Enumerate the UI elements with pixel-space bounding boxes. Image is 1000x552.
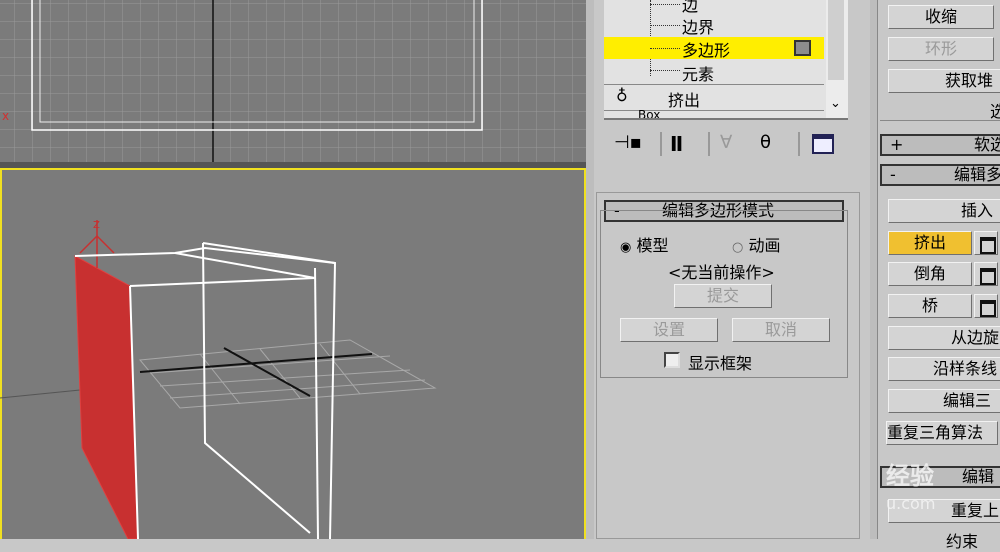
pin-stack-icon[interactable]: ⊣▪ bbox=[614, 132, 642, 153]
stack-item-polygon[interactable]: 多边形 bbox=[604, 37, 824, 60]
lightbulb-icon[interactable]: ♁ bbox=[616, 86, 628, 105]
radio-unchecked-icon: ○ bbox=[732, 240, 744, 255]
settings-button[interactable]: 设置 bbox=[620, 318, 718, 342]
configure-sets-icon[interactable] bbox=[812, 134, 834, 154]
top-viewport[interactable]: x bbox=[0, 0, 586, 162]
stack-item-element[interactable]: 元素 bbox=[650, 60, 820, 84]
stack-toolbar: ⊣▪ Ⅱ ∀ θ bbox=[604, 130, 844, 160]
radio-model[interactable]: ◉ 模型 bbox=[620, 232, 668, 256]
checkbox-icon bbox=[664, 352, 680, 368]
radio-animate[interactable]: ○ 动画 bbox=[732, 232, 780, 256]
commit-button[interactable]: 提交 bbox=[674, 284, 772, 308]
stack-item-border[interactable]: 边界 bbox=[650, 14, 820, 37]
watermark-url: u.com bbox=[886, 494, 936, 513]
perspective-viewport[interactable]: Z bbox=[0, 168, 586, 539]
remove-modifier-icon[interactable]: θ bbox=[760, 132, 771, 153]
polygon-subobject-icon bbox=[794, 40, 811, 56]
svg-text:x: x bbox=[2, 109, 9, 123]
get-stack-selection-button[interactable]: 获取堆 bbox=[888, 69, 1000, 93]
shrink-button[interactable]: 收缩 bbox=[888, 5, 994, 29]
cancel-button[interactable]: 取消 bbox=[732, 318, 830, 342]
watermark: 经验 bbox=[886, 462, 934, 490]
radio-checked-icon: ◉ bbox=[620, 240, 632, 255]
stack-scrollbar[interactable]: ⌄ bbox=[826, 0, 848, 118]
insert-vertex-button[interactable]: 插入 bbox=[888, 199, 1000, 223]
extrude-button[interactable]: 挤出 bbox=[888, 231, 972, 255]
ring-button[interactable]: 环形 bbox=[888, 37, 994, 61]
bevel-button[interactable]: 倒角 bbox=[888, 262, 972, 286]
edit-polygons-rollout-header[interactable]: - 编辑多 bbox=[880, 164, 1000, 186]
stack-modifier-extrude[interactable]: ♁ 挤出 bbox=[604, 85, 824, 110]
make-unique-icon[interactable]: ∀ bbox=[720, 132, 732, 153]
soft-selection-rollout-header[interactable]: +软选 bbox=[880, 134, 1000, 156]
extrude-along-spline-button[interactable]: 沿样条线 bbox=[888, 357, 1000, 381]
extrude-settings-icon[interactable] bbox=[974, 231, 998, 255]
hinge-from-edge-button[interactable]: 从边旋 bbox=[888, 326, 1000, 350]
top-viewport-grid: x bbox=[0, 0, 586, 162]
show-end-result-icon[interactable]: Ⅱ bbox=[670, 132, 683, 156]
current-operation-status: <无当前操作> bbox=[668, 263, 775, 282]
edit-triangulation-button[interactable]: 编辑三 bbox=[888, 389, 1000, 413]
perspective-scene: Z bbox=[0, 220, 437, 539]
retriangulate-button[interactable]: 重复三角算法 bbox=[886, 421, 998, 445]
modifier-stack[interactable]: 边 边界 多边形 元素 ♁ 挤出 Box ⌄ bbox=[604, 0, 848, 120]
bevel-settings-icon[interactable] bbox=[974, 262, 998, 286]
bridge-button[interactable]: 桥 bbox=[888, 294, 972, 318]
stack-item-edge[interactable]: 边 bbox=[650, 0, 820, 15]
scroll-down-icon[interactable]: ⌄ bbox=[830, 96, 841, 111]
bridge-settings-icon[interactable] bbox=[974, 294, 998, 318]
svg-text:Z: Z bbox=[93, 220, 100, 231]
